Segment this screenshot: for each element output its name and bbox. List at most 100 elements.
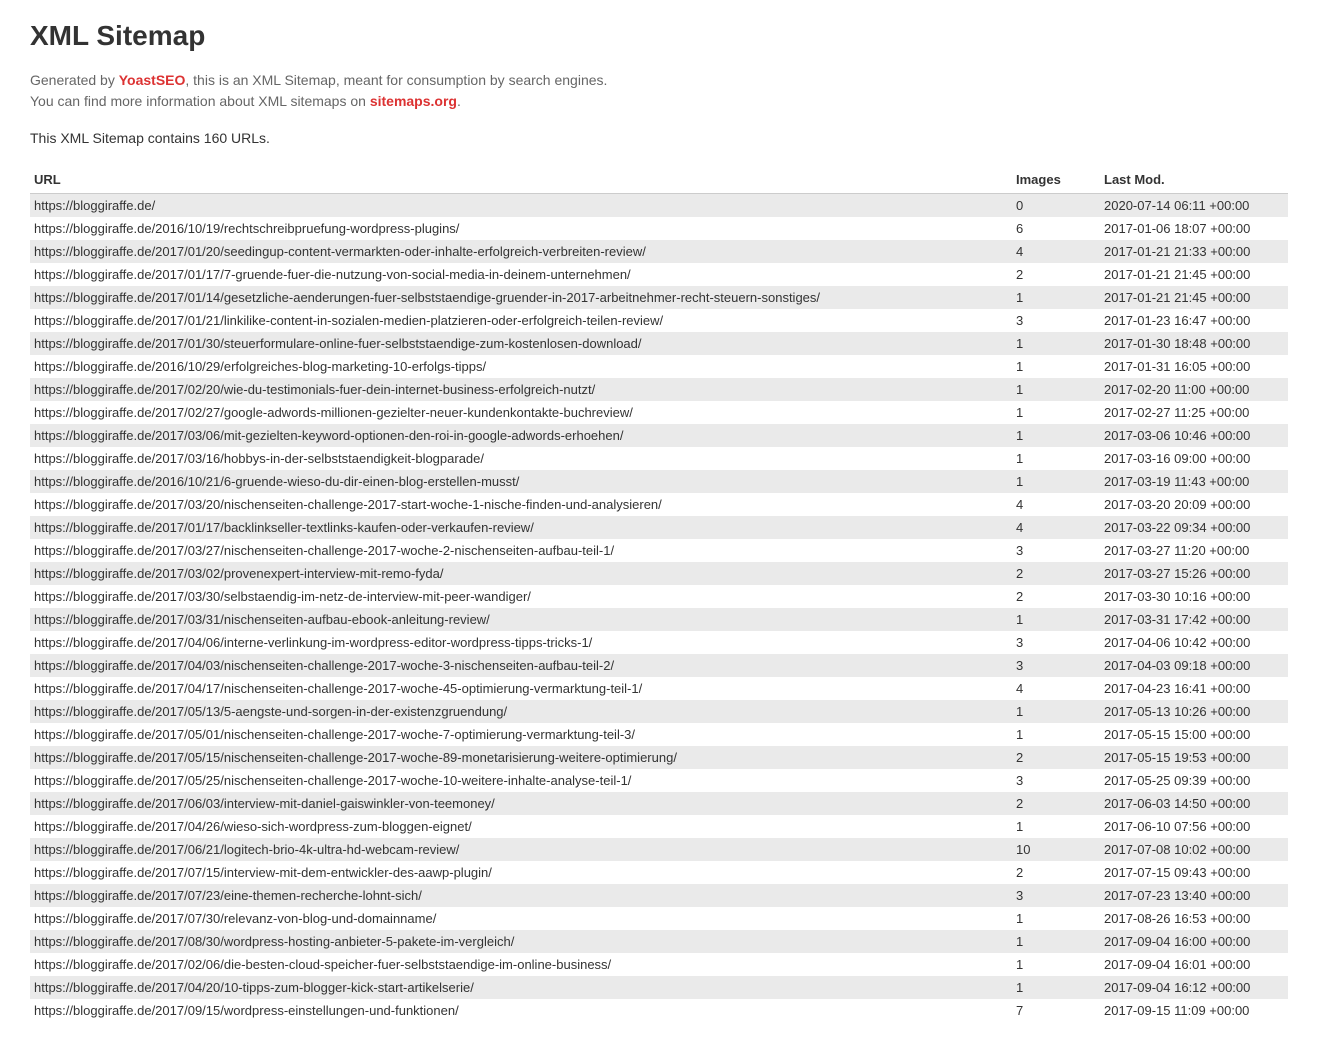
sitemap-url-link[interactable]: https://bloggiraffe.de/2017/05/15/nische… <box>34 750 677 765</box>
images-cell: 1 <box>1012 424 1100 447</box>
images-cell: 4 <box>1012 677 1100 700</box>
images-cell: 1 <box>1012 907 1100 930</box>
sitemap-url-link[interactable]: https://bloggiraffe.de/2017/06/03/interv… <box>34 796 495 811</box>
table-row: https://bloggiraffe.de/2017/03/31/nische… <box>30 608 1288 631</box>
page-title: XML Sitemap <box>30 20 1288 52</box>
sitemap-url-link[interactable]: https://bloggiraffe.de/2016/10/21/6-grue… <box>34 474 519 489</box>
table-row: https://bloggiraffe.de/2017/04/17/nische… <box>30 677 1288 700</box>
sitemap-url-link[interactable]: https://bloggiraffe.de/2017/03/20/nische… <box>34 497 662 512</box>
images-cell: 3 <box>1012 769 1100 792</box>
sitemap-url-link[interactable]: https://bloggiraffe.de/2017/01/17/backli… <box>34 520 534 535</box>
sitemap-url-link[interactable]: https://bloggiraffe.de/2017/03/27/nische… <box>34 543 614 558</box>
lastmod-cell: 2017-06-10 07:56 +00:00 <box>1100 815 1288 838</box>
lastmod-cell: 2017-03-22 09:34 +00:00 <box>1100 516 1288 539</box>
images-cell: 3 <box>1012 884 1100 907</box>
sitemap-url-link[interactable]: https://bloggiraffe.de/2017/03/06/mit-ge… <box>34 428 623 443</box>
images-cell: 1 <box>1012 401 1100 424</box>
sitemap-url-link[interactable]: https://bloggiraffe.de/2017/01/20/seedin… <box>34 244 646 259</box>
sitemap-url-link[interactable]: https://bloggiraffe.de/2017/06/21/logite… <box>34 842 459 857</box>
table-row: https://bloggiraffe.de/2017/04/06/intern… <box>30 631 1288 654</box>
sitemap-url-link[interactable]: https://bloggiraffe.de/2017/04/17/nische… <box>34 681 642 696</box>
table-row: https://bloggiraffe.de/2017/01/14/gesetz… <box>30 286 1288 309</box>
url-count: This XML Sitemap contains 160 URLs. <box>30 130 1288 146</box>
images-cell: 0 <box>1012 194 1100 218</box>
images-cell: 3 <box>1012 631 1100 654</box>
lastmod-cell: 2017-01-21 21:33 +00:00 <box>1100 240 1288 263</box>
sitemap-url-link[interactable]: https://bloggiraffe.de/2017/03/16/hobbys… <box>34 451 484 466</box>
table-row: https://bloggiraffe.de/2017/03/02/proven… <box>30 562 1288 585</box>
sitemap-url-link[interactable]: https://bloggiraffe.de/2017/05/13/5-aeng… <box>34 704 507 719</box>
table-row: https://bloggiraffe.de/2017/05/13/5-aeng… <box>30 700 1288 723</box>
sitemap-url-link[interactable]: https://bloggiraffe.de/2017/04/06/intern… <box>34 635 592 650</box>
lastmod-cell: 2017-03-16 09:00 +00:00 <box>1100 447 1288 470</box>
lastmod-cell: 2017-05-15 15:00 +00:00 <box>1100 723 1288 746</box>
sitemap-url-link[interactable]: https://bloggiraffe.de/2017/02/27/google… <box>34 405 633 420</box>
lastmod-cell: 2017-04-06 10:42 +00:00 <box>1100 631 1288 654</box>
lastmod-cell: 2017-09-04 16:12 +00:00 <box>1100 976 1288 999</box>
images-cell: 1 <box>1012 608 1100 631</box>
images-cell: 2 <box>1012 792 1100 815</box>
yoast-link[interactable]: YoastSEO <box>119 72 186 88</box>
sitemap-url-link[interactable]: https://bloggiraffe.de/2017/09/15/wordpr… <box>34 1003 459 1018</box>
lastmod-cell: 2017-02-20 11:00 +00:00 <box>1100 378 1288 401</box>
lastmod-cell: 2017-09-04 16:00 +00:00 <box>1100 930 1288 953</box>
table-row: https://bloggiraffe.de/2017/02/27/google… <box>30 401 1288 424</box>
table-row: https://bloggiraffe.de/2017/04/26/wieso-… <box>30 815 1288 838</box>
sitemap-url-link[interactable]: https://bloggiraffe.de/2016/10/29/erfolg… <box>34 359 486 374</box>
lastmod-cell: 2017-03-06 10:46 +00:00 <box>1100 424 1288 447</box>
lastmod-cell: 2017-04-03 09:18 +00:00 <box>1100 654 1288 677</box>
sitemap-url-link[interactable]: https://bloggiraffe.de/2017/01/17/7-grue… <box>34 267 631 282</box>
sitemap-url-link[interactable]: https://bloggiraffe.de/2017/03/31/nische… <box>34 612 490 627</box>
sitemap-url-link[interactable]: https://bloggiraffe.de/2017/01/30/steuer… <box>34 336 642 351</box>
lastmod-cell: 2017-03-27 15:26 +00:00 <box>1100 562 1288 585</box>
sitemap-url-link[interactable]: https://bloggiraffe.de/2017/07/23/eine-t… <box>34 888 422 903</box>
sitemap-url-link[interactable]: https://bloggiraffe.de/2017/07/30/releva… <box>34 911 436 926</box>
sitemap-url-link[interactable]: https://bloggiraffe.de/2016/10/19/rechts… <box>34 221 459 236</box>
lastmod-cell: 2017-05-15 19:53 +00:00 <box>1100 746 1288 769</box>
images-cell: 1 <box>1012 723 1100 746</box>
table-row: https://bloggiraffe.de/2017/07/30/releva… <box>30 907 1288 930</box>
sitemap-url-link[interactable]: https://bloggiraffe.de/2017/01/21/linkil… <box>34 313 663 328</box>
intro-line2-prefix: You can find more information about XML … <box>30 93 370 109</box>
lastmod-cell: 2017-07-15 09:43 +00:00 <box>1100 861 1288 884</box>
images-cell: 4 <box>1012 493 1100 516</box>
sitemap-url-link[interactable]: https://bloggiraffe.de/2017/01/14/gesetz… <box>34 290 820 305</box>
images-cell: 2 <box>1012 562 1100 585</box>
table-row: https://bloggiraffe.de/2016/10/21/6-grue… <box>30 470 1288 493</box>
sitemap-url-link[interactable]: https://bloggiraffe.de/2017/05/01/nische… <box>34 727 635 742</box>
images-cell: 1 <box>1012 355 1100 378</box>
lastmod-cell: 2017-07-08 10:02 +00:00 <box>1100 838 1288 861</box>
table-row: https://bloggiraffe.de/2017/04/03/nische… <box>30 654 1288 677</box>
table-row: https://bloggiraffe.de/2017/05/01/nische… <box>30 723 1288 746</box>
images-cell: 3 <box>1012 539 1100 562</box>
table-row: https://bloggiraffe.de/2016/10/29/erfolg… <box>30 355 1288 378</box>
images-cell: 2 <box>1012 263 1100 286</box>
table-row: https://bloggiraffe.de/2017/09/15/wordpr… <box>30 999 1288 1022</box>
table-row: https://bloggiraffe.de/2017/05/25/nische… <box>30 769 1288 792</box>
images-cell: 7 <box>1012 999 1100 1022</box>
table-row: https://bloggiraffe.de/2016/10/19/rechts… <box>30 217 1288 240</box>
images-cell: 4 <box>1012 516 1100 539</box>
sitemap-url-link[interactable]: https://bloggiraffe.de/2017/05/25/nische… <box>34 773 631 788</box>
table-row: https://bloggiraffe.de/2017/07/23/eine-t… <box>30 884 1288 907</box>
sitemaps-org-link[interactable]: sitemaps.org <box>370 93 457 109</box>
sitemap-url-link[interactable]: https://bloggiraffe.de/2017/04/03/nische… <box>34 658 614 673</box>
sitemap-url-link[interactable]: https://bloggiraffe.de/2017/02/20/wie-du… <box>34 382 595 397</box>
header-images: Images <box>1012 166 1100 194</box>
sitemap-url-link[interactable]: https://bloggiraffe.de/2017/07/15/interv… <box>34 865 492 880</box>
sitemap-url-link[interactable]: https://bloggiraffe.de/2017/03/30/selbst… <box>34 589 531 604</box>
table-row: https://bloggiraffe.de/2017/08/30/wordpr… <box>30 930 1288 953</box>
images-cell: 1 <box>1012 470 1100 493</box>
table-row: https://bloggiraffe.de/2017/06/03/interv… <box>30 792 1288 815</box>
sitemap-url-link[interactable]: https://bloggiraffe.de/2017/04/20/10-tip… <box>34 980 474 995</box>
sitemap-url-link[interactable]: https://bloggiraffe.de/ <box>34 198 155 213</box>
sitemap-url-link[interactable]: https://bloggiraffe.de/2017/02/06/die-be… <box>34 957 611 972</box>
sitemap-url-link[interactable]: https://bloggiraffe.de/2017/08/30/wordpr… <box>34 934 514 949</box>
lastmod-cell: 2017-09-15 11:09 +00:00 <box>1100 999 1288 1022</box>
sitemap-url-link[interactable]: https://bloggiraffe.de/2017/04/26/wieso-… <box>34 819 472 834</box>
sitemap-url-link[interactable]: https://bloggiraffe.de/2017/03/02/proven… <box>34 566 443 581</box>
images-cell: 6 <box>1012 217 1100 240</box>
lastmod-cell: 2017-03-19 11:43 +00:00 <box>1100 470 1288 493</box>
table-row: https://bloggiraffe.de/2017/03/16/hobbys… <box>30 447 1288 470</box>
lastmod-cell: 2017-02-27 11:25 +00:00 <box>1100 401 1288 424</box>
